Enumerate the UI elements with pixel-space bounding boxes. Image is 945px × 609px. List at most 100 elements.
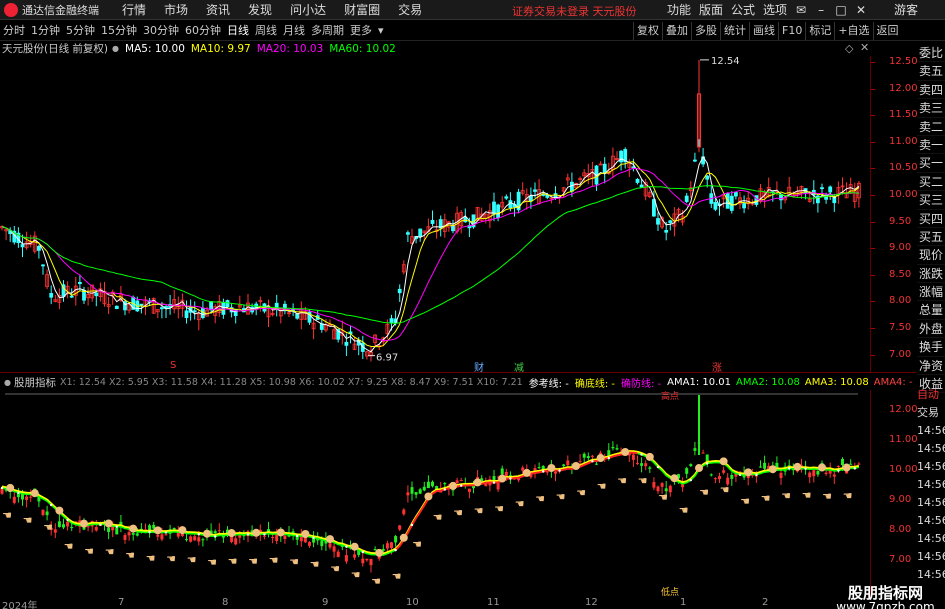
period-15min[interactable]: 15分钟 xyxy=(98,22,140,40)
ind-tick-0: 12.00 xyxy=(889,404,918,415)
candlestick-chart[interactable]: 12.54 6.97 xyxy=(0,56,870,372)
ind-tick-5: 7.00 xyxy=(889,554,912,565)
sidebar-8[interactable]: 买三 xyxy=(917,191,945,210)
period-more[interactable]: 更多 xyxy=(347,22,375,40)
svg-text:☚: ☚ xyxy=(740,495,750,508)
high-mark: 12.54 xyxy=(711,56,740,67)
message-icon[interactable]: ✉ xyxy=(791,0,811,20)
menu-gongneng[interactable]: 功能 xyxy=(663,0,695,20)
sidebar-16[interactable]: 换手 xyxy=(917,338,945,357)
btn-huaxian[interactable]: 画线 xyxy=(749,22,778,40)
btn-biaoji[interactable]: 标记 xyxy=(805,22,834,40)
menu-faxian[interactable]: 发现 xyxy=(239,0,281,20)
svg-text:☚: ☚ xyxy=(23,514,33,527)
period-monthly[interactable]: 月线 xyxy=(280,22,308,40)
menu-banmian[interactable]: 版面 xyxy=(695,0,727,20)
svg-text:☚: ☚ xyxy=(125,549,135,562)
period-30min[interactable]: 30分钟 xyxy=(140,22,182,40)
login-notice[interactable]: 证券交易未登录 天元股份 xyxy=(512,3,637,19)
ama2-label: AMA2: 10.08 xyxy=(736,376,800,388)
period-1min[interactable]: 1分钟 xyxy=(28,22,63,40)
sidebar-9[interactable]: 买四 xyxy=(917,210,945,228)
sidebar-1[interactable]: 卖五 xyxy=(917,62,945,81)
date-8: 2 xyxy=(762,597,769,608)
logo-icon xyxy=(4,2,18,17)
indicator-chart[interactable]: ☚ ☚ ☚ ☚ ☚ ☚ ☚ ☚ ☚ ☚ ☚ ☚ ☚ ☚ ☚ ☚ ☚ ☚ ☚ ☚ ☚ ☚ ☚ ☚ ☚ ☚ ☚ ☚ ☚ ☚ ☚ ☚ ☚ ☚ ☚ ☚ ☚ ☚ ☚ ☚… xyxy=(0,390,870,598)
ma5-label: MA5: 10.00 xyxy=(125,42,185,55)
btn-f10[interactable]: F10 xyxy=(778,22,805,40)
settings-dot-icon[interactable]: ● xyxy=(112,44,119,53)
indicator-name[interactable]: 股朋指标 xyxy=(14,375,56,390)
sidebar-11[interactable]: 现价 xyxy=(917,246,945,265)
sidebar-7[interactable]: 买二 xyxy=(917,173,945,192)
btn-zixuan[interactable]: +自选 xyxy=(834,22,872,40)
sidebar-6[interactable]: 买一 xyxy=(917,154,945,173)
sidebar-17[interactable]: 净资 xyxy=(917,357,945,376)
trade-sidebar-3[interactable]: 14:56 xyxy=(917,440,945,458)
svg-text:☚: ☚ xyxy=(187,554,197,567)
trade-sidebar-6[interactable]: 14:56 xyxy=(917,494,945,512)
period-5min[interactable]: 5分钟 xyxy=(63,22,98,40)
svg-text:☚: ☚ xyxy=(761,492,771,505)
btn-diejia[interactable]: 叠加 xyxy=(662,22,691,40)
date-axis: 2024年 7 8 9 10 11 12 1 2 xyxy=(0,597,870,609)
maximize-icon[interactable]: □ xyxy=(831,0,851,20)
trade-sidebar-0[interactable]: 自动 xyxy=(917,386,945,404)
svg-text:☚: ☚ xyxy=(699,486,709,499)
sidebar-4[interactable]: 卖二 xyxy=(917,118,945,136)
menu-caifuquan[interactable]: 财富圈 xyxy=(335,0,389,20)
sidebar-3[interactable]: 卖三 xyxy=(917,99,945,118)
trade-sidebar-1[interactable]: 交易 xyxy=(917,404,945,422)
btn-fanhui[interactable]: 返回 xyxy=(872,22,902,40)
trade-sidebar-8[interactable]: 14:56 xyxy=(917,530,945,548)
menu-gongshi[interactable]: 公式 xyxy=(727,0,759,20)
svg-text:☚: ☚ xyxy=(720,483,730,496)
minimize-icon[interactable]: – xyxy=(811,0,831,20)
menu-jiaoyi[interactable]: 交易 xyxy=(389,0,431,20)
menu-wenxiaoda[interactable]: 问小达 xyxy=(281,0,335,20)
period-daily[interactable]: 日线 xyxy=(224,22,252,40)
period-multi[interactable]: 多周期 xyxy=(308,22,347,40)
period-60min[interactable]: 60分钟 xyxy=(182,22,224,40)
sidebar-13[interactable]: 涨幅 xyxy=(917,283,945,302)
period-fenshi[interactable]: 分时 xyxy=(0,22,28,40)
svg-text:☚: ☚ xyxy=(84,545,94,558)
sidebar-14[interactable]: 总量 xyxy=(917,301,945,320)
ind-tick-2: 10.00 xyxy=(889,464,918,475)
svg-text:☚: ☚ xyxy=(207,556,217,569)
trade-sidebar-5[interactable]: 14:56 xyxy=(917,476,945,494)
sidebar-12[interactable]: 涨跌 xyxy=(917,265,945,284)
menu-xuanxiang[interactable]: 选项 xyxy=(759,0,791,20)
menu-shichang[interactable]: 市场 xyxy=(155,0,197,20)
trade-sidebar-10[interactable]: 14:56 xyxy=(917,566,945,584)
menu-hangqing[interactable]: 行情 xyxy=(113,0,155,20)
sidebar-10[interactable]: 买五 xyxy=(917,228,945,247)
date-4: 10 xyxy=(406,597,419,608)
sidebar-2[interactable]: 卖四 xyxy=(917,81,945,100)
pane-settings-icon[interactable]: ◇ xyxy=(845,42,853,55)
menu-zixun[interactable]: 资讯 xyxy=(197,0,239,20)
btn-fuquan[interactable]: 复权 xyxy=(633,22,662,40)
pane-close-icon[interactable]: ✕ xyxy=(860,41,869,54)
sidebar-5[interactable]: 卖一 xyxy=(917,136,945,155)
period-weekly[interactable]: 周线 xyxy=(252,22,280,40)
ama4-label: AMA4: - xyxy=(873,376,913,388)
trade-sidebar-7[interactable]: 14:56 xyxy=(917,512,945,530)
indicator-settings-icon[interactable]: ● xyxy=(4,378,11,387)
indicator-info-bar: ● 股朋指标 X1: 12.54 X2: 5.95 X3: 11.58 X4: … xyxy=(0,375,913,390)
trade-sidebar-2[interactable]: 14:56 xyxy=(917,422,945,440)
svg-text:☚: ☚ xyxy=(392,570,402,583)
sidebar-0[interactable]: 委比 xyxy=(917,44,945,63)
svg-text:☚: ☚ xyxy=(843,490,853,503)
trade-sidebar-9[interactable]: 14:56 xyxy=(917,548,945,566)
indicator-axis: 12.00 11.00 10.00 9.00 8.00 7.00 xyxy=(870,390,918,598)
svg-text:☚: ☚ xyxy=(64,540,74,553)
more-chevron-icon[interactable]: ▾ xyxy=(375,22,387,40)
period-toolbar: 分时 1分钟 5分钟 15分钟 30分钟 60分钟 日线 周线 月线 多周期 更… xyxy=(0,21,945,41)
trade-sidebar-4[interactable]: 14:56 xyxy=(917,458,945,476)
guest-label[interactable]: 游客 xyxy=(894,0,918,20)
btn-duogu[interactable]: 多股 xyxy=(691,22,720,40)
sidebar-15[interactable]: 外盘 xyxy=(917,320,945,339)
btn-tongji[interactable]: 统计 xyxy=(720,22,749,40)
close-icon[interactable]: ✕ xyxy=(851,0,871,20)
